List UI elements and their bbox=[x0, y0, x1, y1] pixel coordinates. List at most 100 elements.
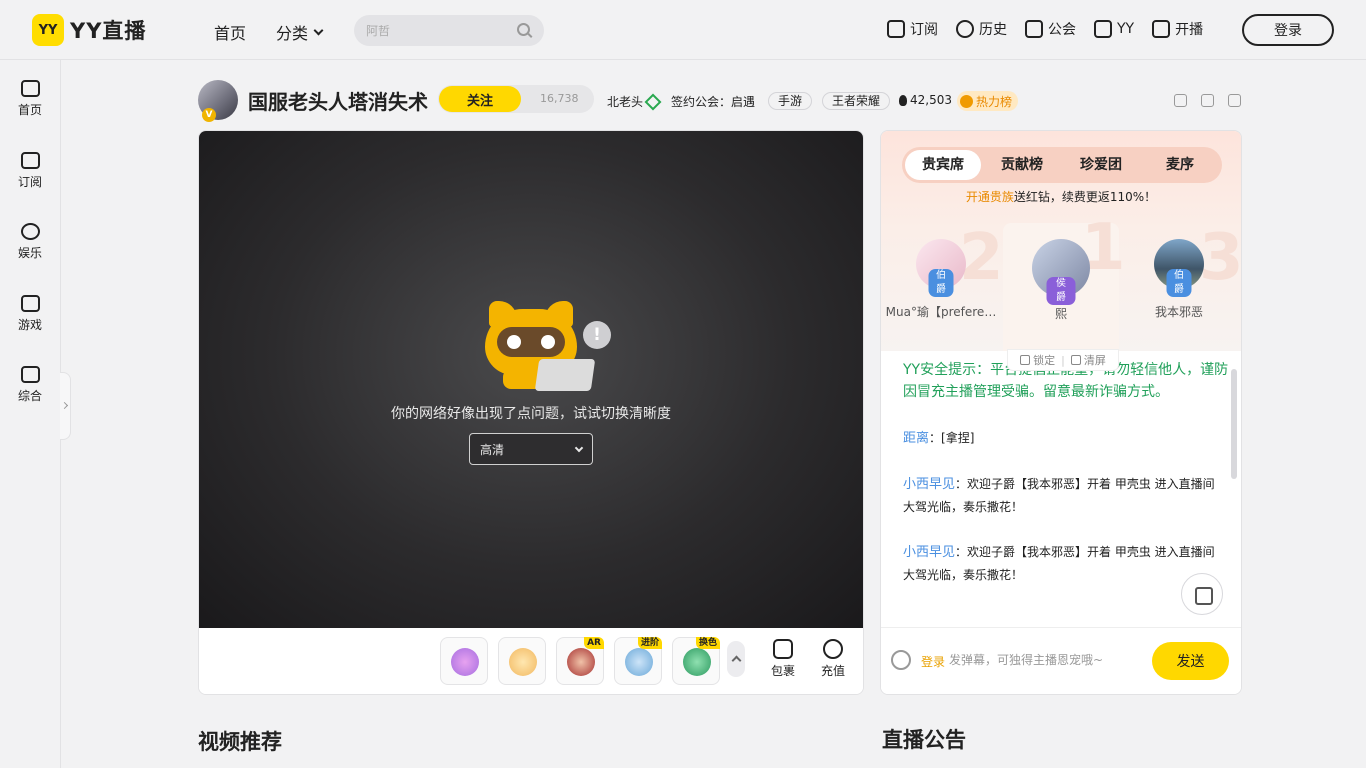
home-icon bbox=[20, 80, 40, 97]
package-button[interactable]: 包裹 bbox=[771, 639, 795, 679]
rank-username: Mua°瑜【prefere… bbox=[885, 305, 997, 319]
emoji-icon[interactable] bbox=[891, 650, 911, 670]
yy-link[interactable]: YY bbox=[1094, 19, 1134, 39]
trash-icon bbox=[1070, 355, 1081, 365]
tab-vip-seats[interactable]: 贵宾席 bbox=[905, 150, 981, 180]
chat-login-link[interactable]: 登录 bbox=[921, 653, 945, 670]
gift-item[interactable]: AR bbox=[556, 637, 604, 685]
clear-chat-button[interactable]: 清屏 bbox=[1070, 352, 1106, 368]
player-container: ! 你的网络好像出现了点问题，试试切换清晰度 高清 AR 进阶 换色 包裹 充值 bbox=[198, 130, 864, 695]
chat-username[interactable]: 小西早见 bbox=[903, 545, 955, 560]
guild-link[interactable]: 公会 bbox=[1025, 19, 1076, 39]
gift-item[interactable] bbox=[440, 637, 488, 685]
chat-scrollbar[interactable] bbox=[1231, 369, 1237, 479]
search-input[interactable] bbox=[366, 22, 506, 40]
report-icon[interactable] bbox=[1174, 94, 1187, 107]
promo-highlight: 开通贵族 bbox=[965, 190, 1014, 204]
vip-rank-area: 贵宾席 贡献榜 珍爱团 麦序 开通贵族送红钻，续费更返110%！ 2 1 3 伯… bbox=[881, 131, 1241, 351]
top-header: YY YY直播 首页 分类 订阅 历史 公会 YY 开播 登录 bbox=[0, 0, 1366, 60]
level-badge: 伯爵 bbox=[928, 269, 954, 297]
heat-number: 42,503 bbox=[910, 93, 952, 107]
tab-contribution[interactable]: 贡献榜 bbox=[984, 150, 1060, 180]
danmaku-input[interactable] bbox=[949, 650, 1139, 670]
verified-badge-icon: V bbox=[202, 108, 216, 122]
rank-username: 我本邪恶 bbox=[1154, 305, 1203, 319]
subscribe-label: 订阅 bbox=[910, 22, 938, 38]
rank-user-3[interactable]: 伯爵 我本邪恶 bbox=[1119, 239, 1239, 320]
chat-message: 小西早见：欢迎子爵【我本邪恶】开着 甲壳虫 进入直播间 大驾光临，奏乐撒花！ bbox=[903, 473, 1229, 518]
gift-item[interactable]: 换色 bbox=[672, 637, 720, 685]
room-actions bbox=[1174, 94, 1241, 107]
tag-mobile-game[interactable]: 手游 bbox=[768, 92, 813, 110]
video-player[interactable]: ! 你的网络好像出现了点问题，试试切换清晰度 高清 bbox=[199, 131, 863, 628]
share-icon[interactable] bbox=[1201, 94, 1214, 107]
gift-item[interactable]: 进阶 bbox=[614, 637, 662, 685]
chat-text: [拿捏] bbox=[941, 431, 975, 445]
streamer-avatar[interactable]: V bbox=[198, 80, 238, 122]
send-button[interactable]: 发送 bbox=[1152, 642, 1229, 680]
gift-avatar-icon bbox=[567, 648, 595, 676]
camera-icon bbox=[1152, 20, 1171, 38]
raccoon-mascot-icon: ! bbox=[485, 301, 615, 391]
lock-chat-button[interactable]: 锁定 bbox=[1020, 352, 1055, 368]
hot-rank-icon bbox=[960, 94, 973, 108]
gift-tag: 换色 bbox=[695, 637, 720, 649]
sidebar-item-home[interactable]: 首页 bbox=[0, 80, 60, 118]
video-recommend-title: 视频推荐 bbox=[198, 730, 282, 754]
gift-clap-icon bbox=[509, 648, 537, 676]
clock-icon bbox=[956, 20, 974, 38]
search-icon[interactable] bbox=[517, 23, 530, 36]
anchor-name[interactable]: 北老头 bbox=[607, 93, 662, 110]
yy-logo[interactable]: YY YY直播 bbox=[32, 14, 146, 46]
gift-tag: 进阶 bbox=[637, 637, 662, 649]
yy-logo-icon: YY bbox=[32, 14, 64, 46]
chat-username[interactable]: 距离 bbox=[903, 431, 929, 446]
lock-label: 锁定 bbox=[1033, 354, 1056, 367]
history-link[interactable]: 历史 bbox=[956, 19, 1007, 39]
sidebar-item-subscribe[interactable]: 订阅 bbox=[0, 152, 60, 190]
follow-button[interactable]: 关注 bbox=[439, 86, 521, 112]
tab-mic-queue[interactable]: 麦序 bbox=[1142, 150, 1218, 180]
gift-expand-button[interactable] bbox=[727, 641, 745, 677]
gift-tag: AR bbox=[584, 637, 604, 649]
sidebar-item-general[interactable]: 综合 bbox=[0, 366, 60, 404]
chevron-down-icon bbox=[313, 25, 324, 35]
yuan-icon bbox=[823, 639, 843, 659]
nav-home-link[interactable]: 首页 bbox=[214, 20, 246, 44]
sidebar-item-games[interactable]: 游戏 bbox=[0, 295, 60, 333]
recharge-button[interactable]: 充值 bbox=[821, 639, 845, 679]
login-button[interactable]: 登录 bbox=[1242, 14, 1334, 46]
guild-info[interactable]: 签约公会：启遇 bbox=[671, 93, 755, 110]
mobile-icon[interactable] bbox=[1228, 94, 1241, 107]
subscribe-link[interactable]: 订阅 bbox=[887, 19, 938, 39]
chat-message: 小西早见：欢迎子爵【我本邪恶】开着 甲壳虫 进入直播间 大驾光临，奏乐撒花！ bbox=[903, 541, 1229, 586]
go-live-link[interactable]: 开播 bbox=[1152, 19, 1203, 39]
sidebar-item-entertainment[interactable]: 娱乐 bbox=[0, 223, 60, 261]
user-avatar: 侯爵 bbox=[1032, 239, 1090, 305]
music-note-icon bbox=[20, 223, 40, 240]
hot-rank-badge[interactable]: 热力榜 bbox=[957, 91, 1019, 111]
chat-separator: ： bbox=[955, 477, 968, 491]
gift-candy-icon bbox=[683, 648, 711, 676]
box-icon bbox=[773, 639, 793, 659]
rank-username: 熙 bbox=[1054, 307, 1067, 321]
chat-separator: ： bbox=[929, 431, 942, 445]
quality-select[interactable]: 高清 bbox=[469, 433, 593, 465]
flame-icon bbox=[899, 94, 907, 106]
rank-user-2[interactable]: 伯爵 Mua°瑜【prefere… bbox=[881, 239, 1001, 320]
yy-icon bbox=[1094, 20, 1112, 38]
tag-honor-of-kings[interactable]: 王者荣耀 bbox=[822, 92, 891, 110]
yy-label: YY bbox=[1117, 21, 1135, 37]
rank-user-1[interactable]: 侯爵 熙 bbox=[1001, 239, 1121, 322]
nobility-promo[interactable]: 开通贵族送红钻，续费更返110%！ bbox=[881, 188, 1241, 205]
shield-star-icon bbox=[1025, 20, 1043, 38]
sidebar-expand-toggle[interactable] bbox=[60, 372, 71, 440]
anchor-level-icon bbox=[644, 93, 662, 110]
tab-fan-club[interactable]: 珍爱团 bbox=[1063, 150, 1139, 180]
chat-input-area: 登录 发送 bbox=[881, 627, 1241, 694]
nav-category-dropdown[interactable]: 分类 bbox=[276, 20, 324, 44]
chat-username[interactable]: 小西早见 bbox=[903, 477, 955, 492]
gift-item[interactable] bbox=[498, 637, 546, 685]
bookmark-icon bbox=[887, 20, 905, 38]
chat-filter-button[interactable] bbox=[1181, 573, 1223, 615]
